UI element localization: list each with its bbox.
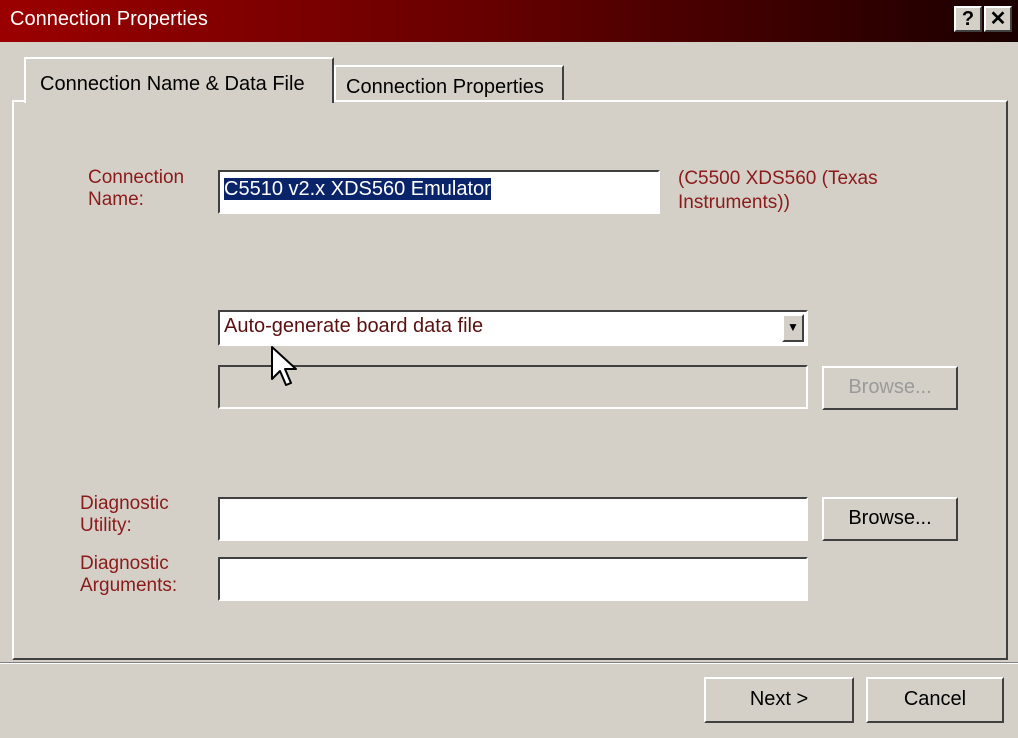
diagnostic-arguments-label: Diagnostic Arguments: <box>80 553 178 596</box>
help-button[interactable]: ? <box>954 6 982 32</box>
diagnostic-arguments-input[interactable] <box>218 557 808 601</box>
tab-connection-properties[interactable]: Connection Properties <box>334 65 564 101</box>
window-title: Connection Properties <box>10 8 208 30</box>
board-data-file-input[interactable] <box>218 365 808 409</box>
diagnostic-utility-browse-button[interactable]: Browse... <box>822 497 958 541</box>
connection-name-value: C5510 v2.x XDS560 Emulator <box>224 178 491 200</box>
footer-separator <box>0 662 1018 664</box>
close-button[interactable]: ✕ <box>984 6 1012 32</box>
cancel-button[interactable]: Cancel <box>866 677 1004 723</box>
board-data-browse-button[interactable]: Browse... <box>822 366 958 410</box>
chevron-down-icon[interactable]: ▼ <box>782 314 804 342</box>
next-button[interactable]: Next > <box>704 677 854 723</box>
mouse-cursor-icon <box>271 346 297 386</box>
title-bar[interactable]: Connection Properties ? ✕ <box>0 0 1018 42</box>
board-data-selected: Auto-generate board data file <box>224 315 484 337</box>
diagnostic-utility-label: Diagnostic Utility: <box>80 493 169 536</box>
tab-connection-name-data-file[interactable]: Connection Name & Data File <box>24 57 334 103</box>
connection-name-label: Connection Name: <box>88 167 185 210</box>
connection-type-hint: (C5500 XDS560 (Texas Instruments)) <box>678 168 878 213</box>
connection-name-input[interactable]: C5510 v2.x XDS560 Emulator <box>218 170 660 214</box>
board-data-dropdown[interactable]: Auto-generate board data file ▼ <box>218 310 808 346</box>
diagnostic-utility-input[interactable] <box>218 497 808 541</box>
